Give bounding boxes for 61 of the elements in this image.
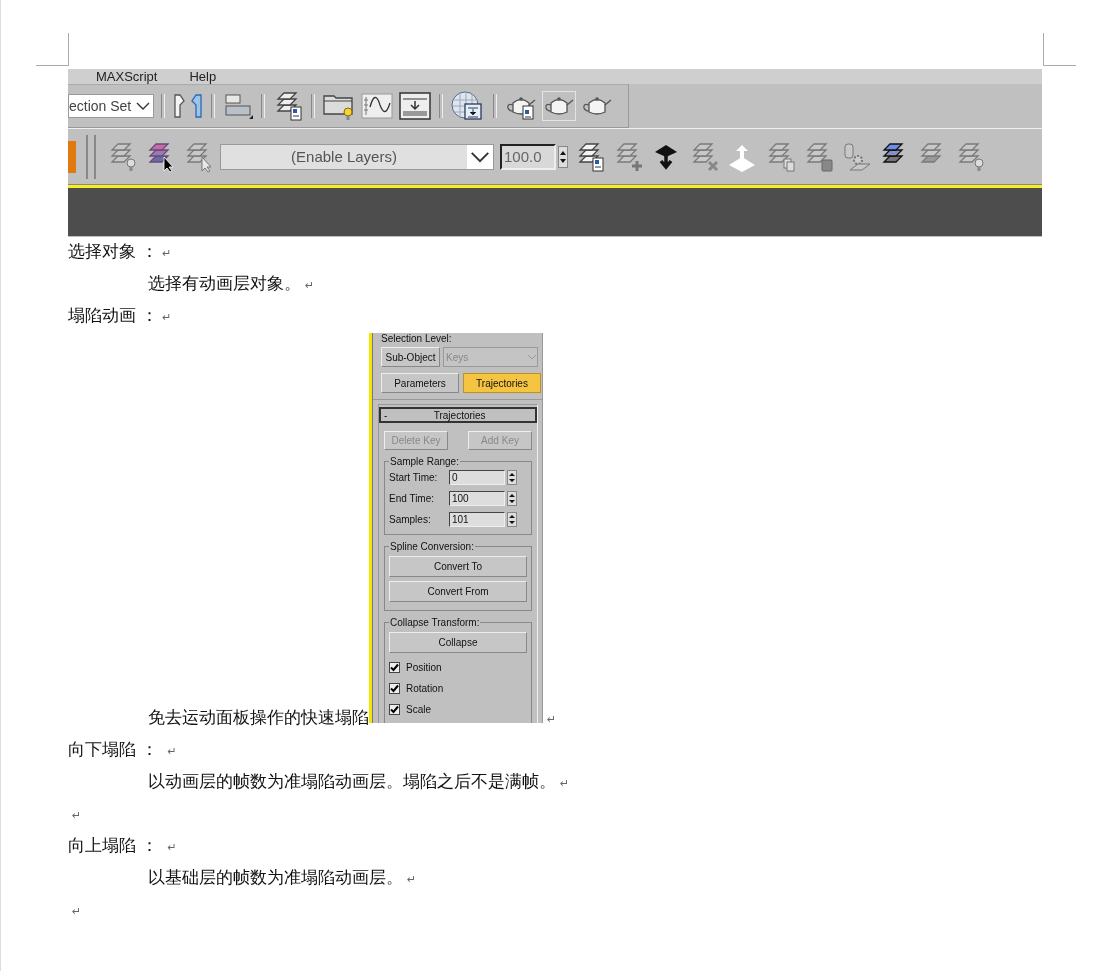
- toolbar-grip[interactable]: [86, 134, 96, 179]
- checkbox[interactable]: [389, 683, 400, 694]
- body-text: 以动画层的帧数为准塌陷动画层。塌陷之后不是满帧。: [148, 772, 556, 791]
- chevron-down-icon[interactable]: [135, 101, 151, 111]
- spinner-arrows-icon[interactable]: [507, 491, 517, 506]
- curve-editor-icon[interactable]: [360, 91, 394, 121]
- bracket-icon[interactable]: [172, 91, 186, 121]
- checkbox[interactable]: [389, 704, 400, 715]
- spinner-field[interactable]: 0: [449, 470, 505, 485]
- heading-text: 选择对象 ：: [68, 242, 159, 261]
- action-button[interactable]: Collapse: [389, 632, 527, 653]
- paragraph-mark: ↵: [72, 905, 82, 918]
- paragraph-mark: ↵: [305, 279, 315, 292]
- rollout-header[interactable]: - Trajectories: [379, 407, 537, 423]
- menu-item[interactable]: Help: [189, 70, 217, 84]
- heading-text: 塌陷动画 ：: [68, 306, 159, 325]
- spinner-field[interactable]: 101: [449, 512, 505, 527]
- tab[interactable]: Parameters: [381, 373, 459, 393]
- paragraph-mark: ↵: [560, 777, 570, 790]
- field-label: End Time:: [389, 493, 436, 504]
- collapse-toggle[interactable]: -: [384, 409, 388, 421]
- group-title: Collapse Transform:: [389, 617, 481, 628]
- menu-item[interactable]: MAXScript: [96, 70, 158, 84]
- field-label: Start Time:: [389, 472, 439, 483]
- sub-object-button[interactable]: Sub-Object: [381, 347, 440, 367]
- field-label: Samples:: [389, 514, 432, 525]
- teapot-icon[interactable]: [542, 91, 576, 121]
- bracket-icon[interactable]: [190, 91, 204, 121]
- selection-set-dropdown[interactable]: ection Set: [68, 94, 154, 118]
- layer-dropdown[interactable]: (Enable Layers): [220, 143, 494, 170]
- tab[interactable]: Trajectories: [463, 373, 541, 393]
- body-text: 选择有动画层对象。: [148, 274, 301, 293]
- group-title: Sample Range:: [389, 456, 460, 467]
- align-icon[interactable]: [222, 91, 254, 121]
- crop-mark: [1043, 33, 1076, 66]
- body-text: 免去运动面板操作的快速塌陷: [148, 708, 369, 727]
- checkbox-label: Scale: [406, 704, 431, 715]
- chevron-down-icon: [527, 354, 537, 360]
- checkbox-label: Position: [406, 662, 442, 673]
- group-title: Spline Conversion:: [389, 541, 475, 552]
- chevron-down-icon[interactable]: [467, 144, 493, 169]
- spinner-arrows-icon[interactable]: [507, 470, 517, 485]
- paragraph-mark: ↵: [72, 809, 82, 822]
- checkbox[interactable]: [389, 662, 400, 673]
- paragraph-mark: ↵: [162, 311, 172, 324]
- heading-text: 向上塌陷 ：: [68, 836, 160, 855]
- rollout-title: Trajectories: [432, 409, 487, 421]
- paragraph-mark: ↵: [407, 873, 417, 886]
- action-button[interactable]: Convert From: [389, 581, 527, 602]
- spinner-field[interactable]: 100: [449, 491, 505, 506]
- body-text: 以基础层的帧数为准塌陷动画层。: [148, 868, 403, 887]
- paragraph-mark: ↵: [167, 841, 177, 854]
- paragraph-mark: ↵: [547, 713, 557, 726]
- paragraph-mark: ↵: [167, 745, 177, 758]
- checkbox-label: Rotation: [406, 683, 444, 694]
- heading-text: 向下塌陷 ：: [68, 740, 160, 759]
- spinner-arrows-icon[interactable]: [507, 512, 517, 527]
- action-button[interactable]: Convert To: [389, 556, 527, 577]
- paragraph-mark: ↵: [162, 247, 172, 260]
- section-label: Selection Level:: [381, 333, 453, 344]
- crop-mark: [36, 33, 69, 66]
